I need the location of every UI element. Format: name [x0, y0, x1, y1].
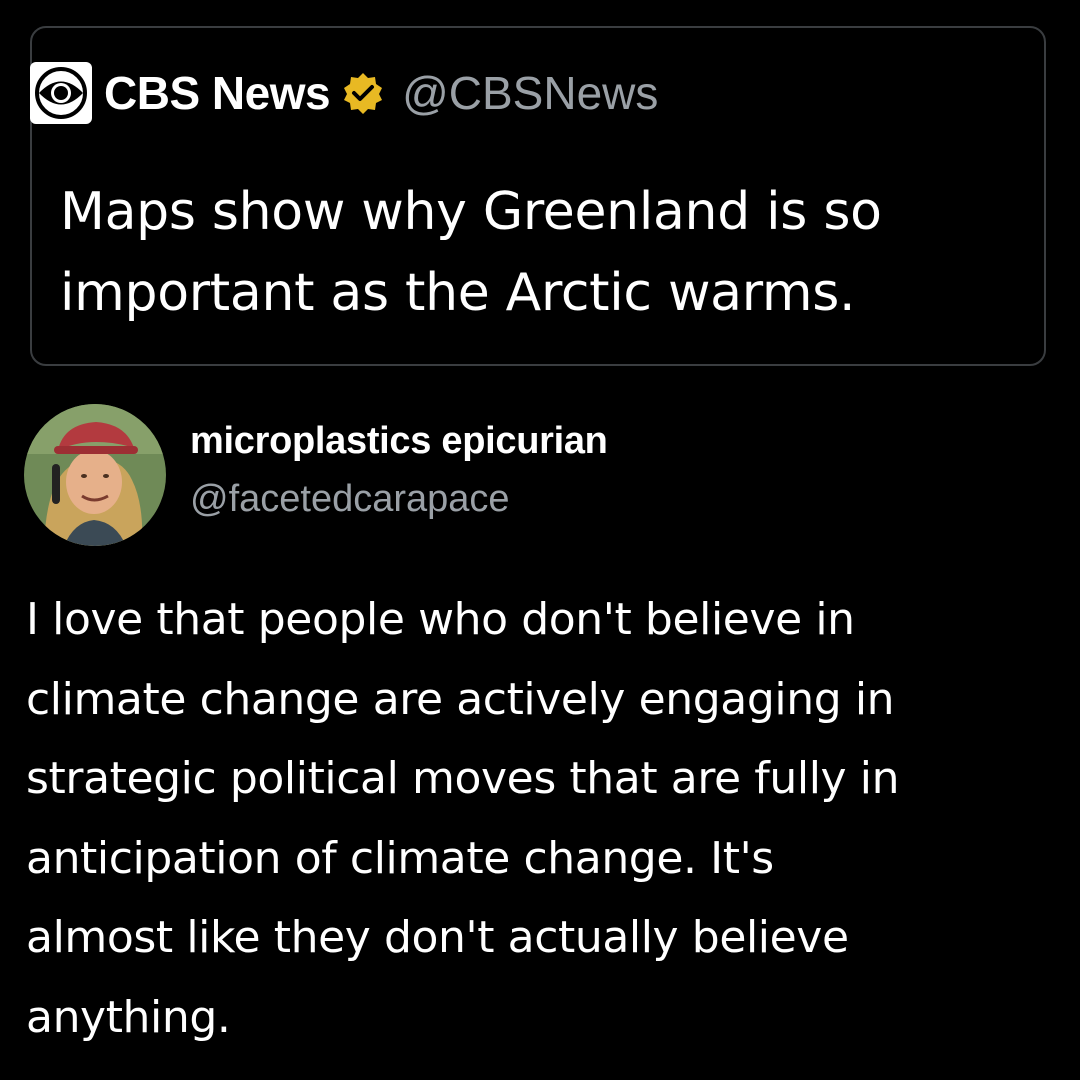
- quoted-tweet-text: Maps show why Greenland is so important …: [60, 182, 882, 323]
- tweet-author-name[interactable]: microplastics epicurian: [190, 420, 608, 463]
- tweet-body-text: I love that people who don't believe in …: [26, 580, 1066, 1057]
- tweet-text-line: climate change are actively engaging in: [26, 673, 895, 725]
- tweet-text-line: strategic political moves that are fully…: [26, 753, 900, 804]
- user-avatar-icon[interactable]: [24, 404, 166, 546]
- tweet-text-line: anything.: [26, 991, 231, 1043]
- quoted-tweet-header: CBS News @CBSNews: [30, 62, 658, 124]
- tweet-author-handle[interactable]: @facetedcarapace: [190, 478, 510, 521]
- tweet-text-line: almost like they don't actually believe: [26, 912, 849, 963]
- tweet-text-line: I love that people who don't believe in: [26, 594, 855, 645]
- cbs-eye-logo-icon: [30, 62, 92, 124]
- quoted-author-handle[interactable]: @CBSNews: [402, 66, 658, 120]
- quoted-author-name[interactable]: CBS News: [104, 66, 331, 120]
- verified-badge-icon: [340, 70, 386, 116]
- tweet-text-line: anticipation of climate change. It's: [26, 832, 774, 884]
